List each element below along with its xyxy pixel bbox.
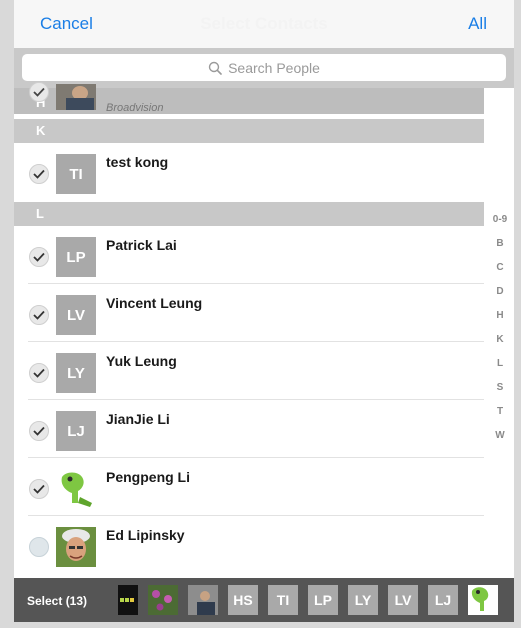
person-photo-icon[interactable] [188, 585, 218, 615]
section-header-l: L [14, 202, 484, 226]
selected-chip[interactable]: HS [228, 585, 258, 615]
selected-chip[interactable]: TI [268, 585, 298, 615]
green-creature-avatar-icon [56, 469, 96, 509]
contact-company: Broadvision [106, 102, 164, 114]
selected-chip[interactable]: LP [308, 585, 338, 615]
contact-name: Yuk Leung [106, 353, 177, 369]
section-header-k: K [14, 119, 484, 143]
avatar-initials: LJ [56, 411, 96, 451]
selected-check-icon[interactable] [29, 363, 49, 383]
index-item-h[interactable]: H [486, 310, 514, 334]
selected-check-icon[interactable] [29, 305, 49, 325]
contact-name: Ed Lipinsky [106, 527, 185, 543]
index-item-k[interactable]: K [486, 334, 514, 358]
selection-toolbar: Select (13) HS TI LP LY LV LJ [14, 578, 514, 622]
avatar-initials: LP [56, 237, 96, 277]
selected-check-icon[interactable] [29, 164, 49, 184]
index-item-w[interactable]: W [486, 430, 514, 454]
index-item-t[interactable]: T [486, 406, 514, 430]
contact-row[interactable]: TI test kong [14, 143, 484, 201]
select-contacts-sheet: Cancel Select Contacts All Search People… [14, 0, 514, 628]
contact-name: Patrick Lai [106, 237, 177, 253]
contact-name: test kong [106, 154, 169, 170]
contact-name: Vincent Leung [106, 295, 203, 311]
flowers-photo-icon[interactable] [148, 585, 178, 615]
index-item-d[interactable]: D [486, 286, 514, 310]
person-photo-avatar-icon [56, 527, 96, 567]
selected-check-icon[interactable] [29, 479, 49, 499]
navigation-bar: Cancel Select Contacts All [14, 0, 514, 48]
avatar-initials: LV [56, 295, 96, 335]
search-icon [208, 61, 222, 75]
selected-chip[interactable]: LY [348, 585, 378, 615]
selected-chip[interactable]: LJ [428, 585, 458, 615]
select-count-button[interactable]: Select (13) [27, 594, 87, 608]
selected-check-icon[interactable] [29, 82, 49, 102]
battery-photo-icon[interactable] [118, 585, 138, 615]
green-creature-photo-icon[interactable] [468, 585, 498, 615]
partial-contact-row[interactable]: H Broadvision [14, 82, 484, 114]
avatar-initials: TI [56, 154, 96, 194]
index-item-b[interactable]: B [486, 238, 514, 262]
section-index: 0-9 B C D H K L S T W [486, 214, 514, 454]
selected-chip[interactable]: LV [388, 585, 418, 615]
select-all-button[interactable]: All [468, 14, 487, 34]
contact-name: JianJie Li [106, 411, 170, 427]
avatar [56, 84, 96, 110]
avatar-initials: LY [56, 353, 96, 393]
unselected-check-icon[interactable] [29, 537, 49, 557]
index-item-l[interactable]: L [486, 358, 514, 382]
search-bar: Search People [14, 48, 514, 88]
search-placeholder: Search People [228, 59, 320, 76]
contact-row[interactable]: LV Vincent Leung [14, 284, 484, 342]
index-item-s[interactable]: S [486, 382, 514, 406]
selected-check-icon[interactable] [29, 421, 49, 441]
search-input[interactable]: Search People [22, 54, 506, 81]
contact-row[interactable]: LY Yuk Leung [14, 342, 484, 400]
selected-check-icon[interactable] [29, 247, 49, 267]
contact-row[interactable]: LJ JianJie Li [14, 400, 484, 458]
index-item-c[interactable]: C [486, 262, 514, 286]
contact-row[interactable]: Pengpeng Li [14, 458, 484, 516]
bottom-edge [14, 622, 514, 628]
page-title: Select Contacts [200, 14, 328, 33]
index-item-0-9[interactable]: 0-9 [486, 214, 514, 238]
contact-row[interactable]: LP Patrick Lai [14, 226, 484, 284]
contact-name: Pengpeng Li [106, 469, 190, 485]
contact-row[interactable]: Ed Lipinsky [14, 516, 484, 574]
